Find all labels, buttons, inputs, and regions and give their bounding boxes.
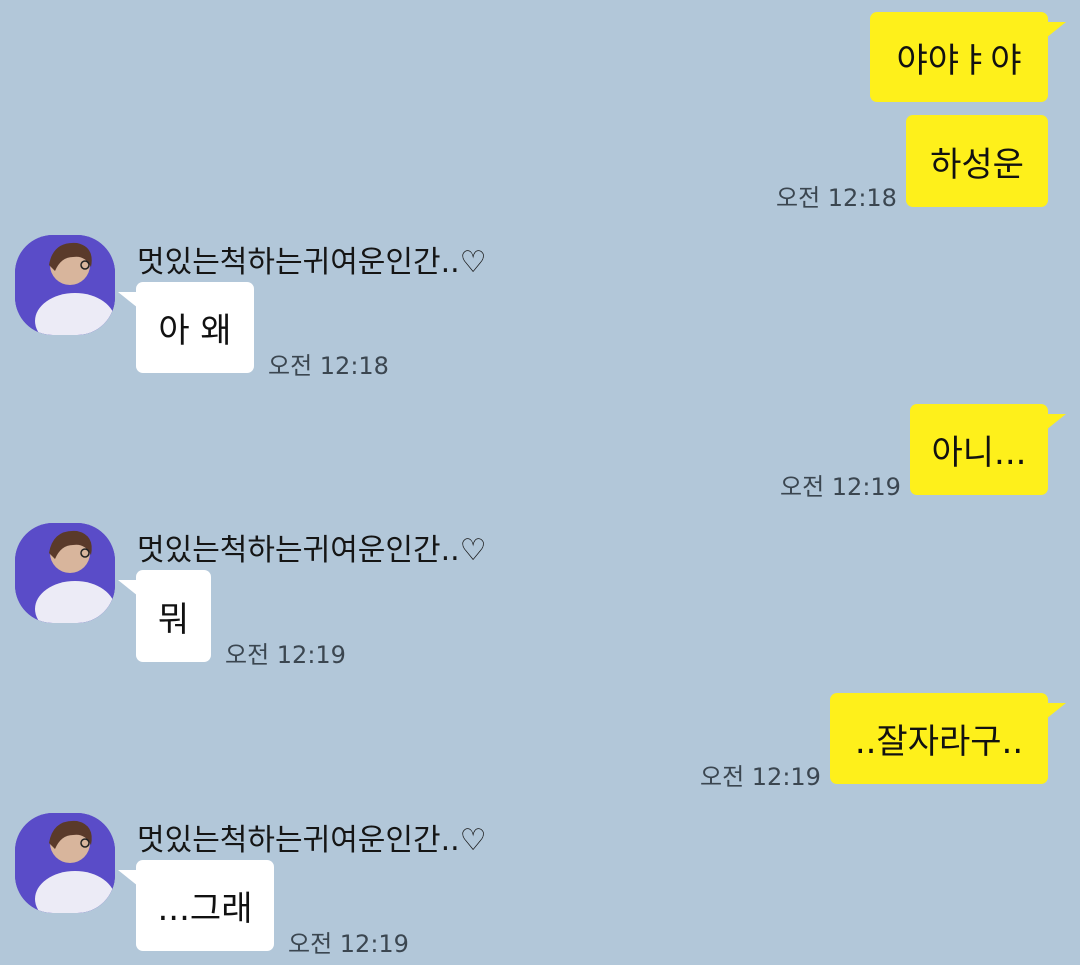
profile-photo-icon <box>15 235 115 335</box>
my-message-bubble[interactable]: 아니... <box>910 404 1048 495</box>
message-text: 하성운 <box>930 144 1024 185</box>
bubble-tail <box>1046 414 1066 430</box>
message-text: ...그래 <box>157 889 253 929</box>
my-message-bubble[interactable]: ..잘자라구.. <box>830 693 1048 784</box>
friend-avatar[interactable] <box>15 813 115 913</box>
message-text: 아니... <box>931 433 1027 473</box>
message-text: ..잘자라구.. <box>854 722 1024 762</box>
friend-message-bubble[interactable]: ...그래 <box>136 860 274 951</box>
friend-name: 멋있는척하는귀여운인간..♡ <box>137 533 487 568</box>
chat-area: 야야ㅑ야 하성운 오전 12:18 멋있는척하는귀여운인간..♡ 아 왜 오전 … <box>0 0 1080 965</box>
friend-avatar[interactable] <box>15 523 115 623</box>
friend-name: 멋있는척하는귀여운인간..♡ <box>137 823 487 858</box>
bubble-tail <box>1046 22 1066 38</box>
my-message-bubble[interactable]: 야야ㅑ야 <box>870 12 1048 102</box>
bubble-tail <box>118 292 138 308</box>
message-text: 아 왜 <box>158 311 232 351</box>
profile-photo-icon <box>15 813 115 913</box>
message-text: 뭐 <box>157 599 190 640</box>
message-time: 오전 12:19 <box>700 763 821 791</box>
message-text: 야야ㅑ야 <box>896 40 1022 81</box>
friend-name: 멋있는척하는귀여운인간..♡ <box>137 245 487 280</box>
friend-avatar[interactable] <box>15 235 115 335</box>
profile-photo-icon <box>15 523 115 623</box>
message-time: 오전 12:19 <box>225 641 346 669</box>
bubble-tail <box>1046 703 1066 719</box>
bubble-tail <box>118 580 138 596</box>
message-time: 오전 12:19 <box>288 930 409 958</box>
my-message-bubble[interactable]: 하성운 <box>906 115 1048 207</box>
friend-message-bubble[interactable]: 아 왜 <box>136 282 254 373</box>
message-time: 오전 12:18 <box>268 352 389 380</box>
friend-message-bubble[interactable]: 뭐 <box>136 570 211 662</box>
bubble-tail <box>118 870 138 886</box>
message-time: 오전 12:19 <box>780 473 901 501</box>
message-time: 오전 12:18 <box>776 184 897 212</box>
